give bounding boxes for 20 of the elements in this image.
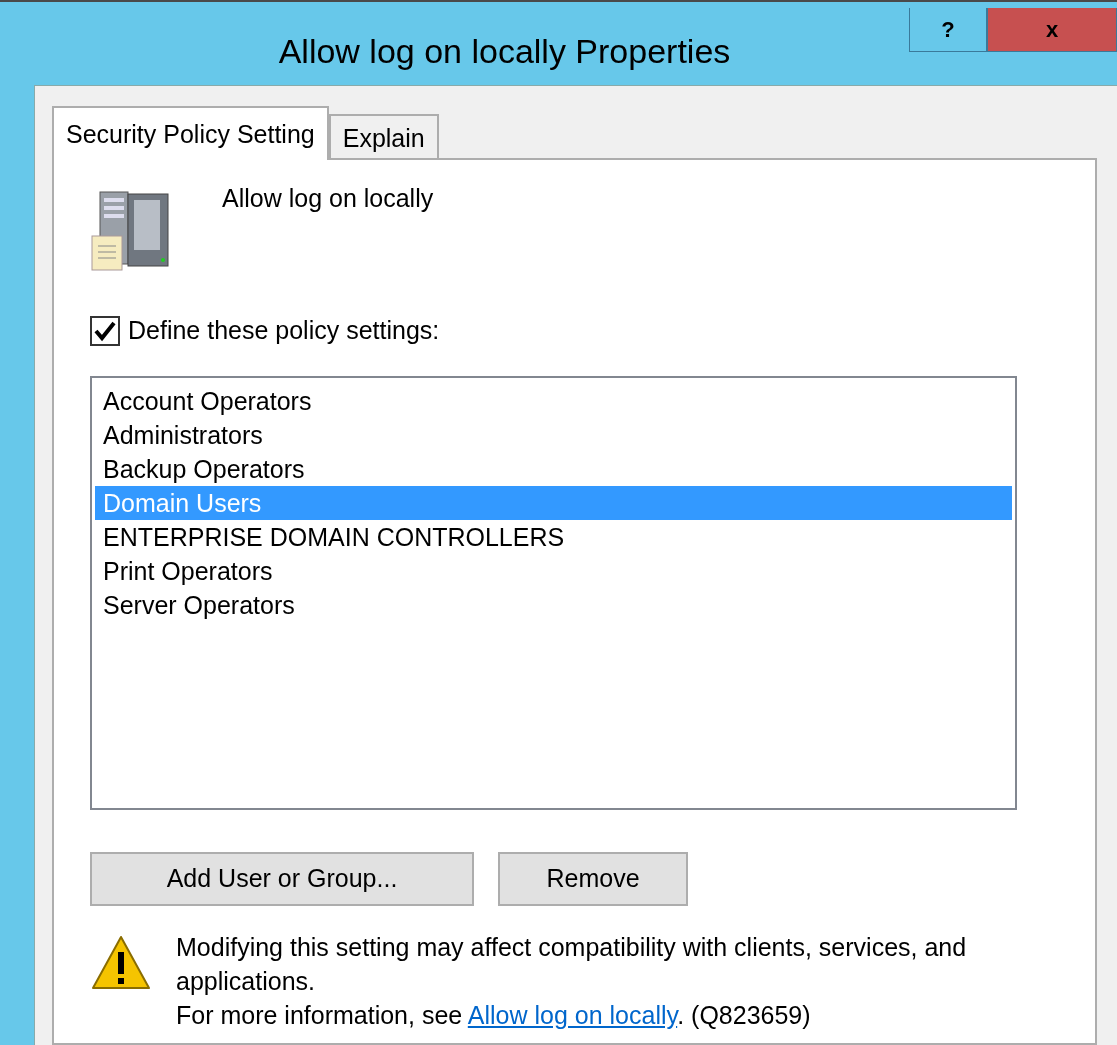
help-button[interactable]: ? [909,8,987,52]
list-item[interactable]: Backup Operators [95,451,1012,486]
policy-link[interactable]: Allow log on locally [467,1000,678,1029]
close-button[interactable]: x [987,8,1117,52]
checkbox[interactable] [90,315,120,346]
remove-button[interactable]: Remove [498,851,688,906]
add-button[interactable]: Add User or Group... [90,851,474,906]
list-item[interactable]: Print Operators [95,553,1012,588]
list-item[interactable]: Server Operators [95,587,1012,622]
tab[interactable]: Security Policy Setting [52,106,329,160]
tab[interactable]: Explain [328,114,439,158]
warning-message: Modifying this setting may affect compatibility with clients, services, and applications. [176,931,968,997]
checkbox-label: Define these policy settings: [128,315,440,346]
list-item[interactable]: Account Operators [95,383,1012,418]
warning-icon [90,933,152,992]
list-item[interactable]: Administrators [95,417,1012,452]
window-title: Allow log on locally Properties [277,31,732,72]
list-item[interactable]: ENTERPRISE DOMAIN CONTROLLERS [95,519,1012,554]
info-text: For more information, see Allow log on locally. (Q823659) [176,999,812,1031]
policy-name: Allow log on locally [222,183,434,214]
